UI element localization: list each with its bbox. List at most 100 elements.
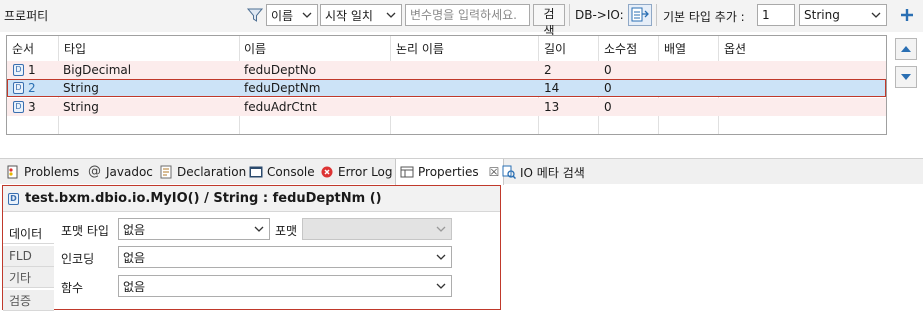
at-icon: @ [88,164,101,179]
field-type-badge-icon: D [13,64,24,76]
view-tab-bar: Problems @ Javadoc Declaration Console E… [0,158,923,185]
base-type-value: String [804,8,840,22]
properties-panel: D test.bxm.dbio.io.MyIO() / String : fed… [2,185,501,311]
properties-header: D test.bxm.dbio.io.MyIO() / String : fed… [3,186,500,212]
format-label: 포맷 [275,224,298,238]
cell-length: 13 [544,100,560,114]
arrow-down-icon [901,74,911,80]
chevron-down-icon [386,12,396,18]
tab-console[interactable]: Console [245,159,319,185]
search-button[interactable]: 검색 [533,4,565,38]
match-mode-value: 시작 일치 [325,8,373,23]
col-header-type[interactable]: 타입 [64,40,86,57]
chevron-down-icon [302,12,312,18]
console-icon [249,166,263,178]
cell-name: feduDeptNm [244,81,321,95]
arrow-up-icon [901,46,911,52]
tab-declaration[interactable]: Declaration [155,159,250,185]
panel-title: 프로퍼티 [4,9,49,23]
function-select[interactable]: 없음 [118,275,452,297]
tab-io-meta-search[interactable]: IO 메타 검색 [498,159,589,185]
tab-problems[interactable]: Problems [2,159,83,185]
encoding-label: 인코딩 [61,252,95,266]
move-up-button[interactable] [895,38,917,60]
tab-label: Properties [418,165,479,179]
tab-label: Declaration [177,165,247,179]
tab-javadoc[interactable]: @ Javadoc [84,159,157,185]
format-select[interactable] [302,218,452,240]
format-type-value: 없음 [123,222,146,237]
cell-name: feduAdrCtnt [244,100,317,114]
cell-decimal: 0 [604,81,612,95]
side-tab-data[interactable]: 데이터 [3,223,54,244]
base-type-select[interactable]: String [799,4,887,26]
cell-decimal: 0 [604,63,612,77]
properties-table[interactable]: 순서 타입 이름 논리 이름 길이 소수점 배열 옵션 D 1 BigDecim… [6,35,887,135]
chevron-down-icon [871,12,881,18]
base-type-label: 기본 타입 추가 : [663,10,745,24]
declaration-icon [160,165,172,179]
col-header-logical-name[interactable]: 논리 이름 [396,40,444,57]
table-row[interactable]: D 1 BigDecimal feduDeptNo 2 0 [7,61,886,79]
filter-field-value: 이름 [271,8,294,23]
cell-length: 14 [544,81,560,95]
cell-type: String [63,100,99,114]
chevron-down-icon [254,226,264,232]
plus-icon [901,9,913,21]
toolbar-divider [569,4,570,26]
tab-properties[interactable]: Properties ☒ [395,159,505,185]
chevron-down-icon [436,283,446,289]
side-tab-etc[interactable]: 기타 [3,267,54,288]
col-header-length[interactable]: 길이 [544,40,566,57]
cell-decimal: 0 [604,100,612,114]
encoding-value: 없음 [123,250,146,265]
side-tab-validation[interactable]: 검증 [3,290,54,311]
properties-title: test.bxm.dbio.io.MyIO() / String : feduD… [25,191,382,206]
function-label: 함수 [61,281,84,295]
cell-type: BigDecimal [63,63,132,77]
side-tab-fld[interactable]: FLD [3,246,54,267]
error-log-icon [321,166,333,178]
add-button[interactable] [895,4,919,26]
search-input[interactable] [405,4,530,26]
col-header-order[interactable]: 순서 [12,40,34,57]
io-search-icon [502,165,516,179]
field-type-badge-icon: D [13,82,24,94]
cell-order: 1 [28,63,36,77]
tab-label: Error Log [338,165,393,179]
db-io-label: DB->IO: [575,8,624,22]
cell-length: 2 [544,63,552,77]
col-header-name[interactable]: 이름 [244,40,266,57]
db-io-button[interactable] [628,4,652,26]
function-value: 없음 [123,279,146,294]
col-header-decimal[interactable]: 소수점 [604,40,637,57]
match-mode-select[interactable]: 시작 일치 [320,4,402,26]
tab-label: IO 메타 검색 [520,165,585,180]
cell-order: 2 [28,81,36,95]
field-type-badge-icon: D [13,101,24,113]
cell-order: 3 [28,100,36,114]
encoding-select[interactable]: 없음 [118,246,452,268]
chevron-down-icon [436,226,446,232]
count-input[interactable] [757,4,795,26]
format-type-label: 포맷 타입 [61,224,109,238]
tab-label: Console [267,165,315,179]
problems-icon [7,165,18,179]
cell-type: String [63,81,99,95]
tab-label: Problems [24,165,80,179]
toolbar-divider [656,4,657,26]
format-type-select[interactable]: 없음 [118,218,270,240]
move-down-button[interactable] [895,66,917,88]
table-row[interactable]: D 3 String feduAdrCtnt 13 0 [7,98,886,116]
table-row[interactable]: D 2 String feduDeptNm 14 0 [7,79,886,97]
field-type-badge-icon: D [8,192,19,205]
col-header-option[interactable]: 옵션 [724,40,746,57]
tab-error-log[interactable]: Error Log [316,159,397,185]
col-header-array[interactable]: 배열 [664,40,686,57]
filter-icon [246,8,264,22]
cell-name: feduDeptNo [244,63,317,77]
tab-label: Javadoc [106,165,153,179]
db-io-icon [631,7,649,22]
properties-icon [400,166,414,178]
filter-field-select[interactable]: 이름 [266,4,318,26]
